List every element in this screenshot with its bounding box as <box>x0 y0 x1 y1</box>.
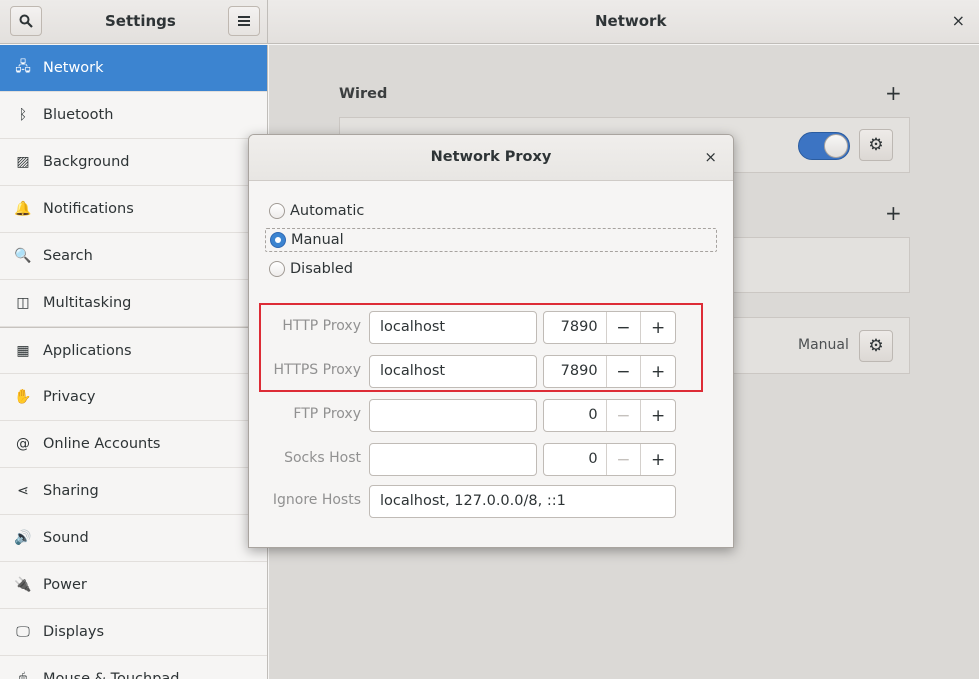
sidebar-item-label: Sharing <box>43 483 99 499</box>
proxy-settings-button[interactable]: ⚙ <box>859 330 893 362</box>
network-icon: 🖧 <box>15 59 31 75</box>
multitasking-icon: ◫ <box>16 295 30 311</box>
power-icon: 🔌 <box>14 577 32 593</box>
radio-button[interactable] <box>270 232 286 248</box>
search-button[interactable] <box>10 6 42 36</box>
sidebar-item-label: Search <box>43 248 93 264</box>
radio-manual[interactable]: Manual <box>265 228 717 252</box>
sidebar-item-label: Multitasking <box>43 295 132 311</box>
sidebar-item-multitasking[interactable]: ◫ Multitasking <box>0 280 267 327</box>
socks-host-host-field[interactable] <box>369 443 537 476</box>
sidebar-item-label: Notifications <box>43 201 134 217</box>
port-value[interactable]: 0 <box>544 400 606 431</box>
display-icon: 🖵 <box>16 624 30 640</box>
radio-automatic[interactable]: Automatic <box>265 199 717 223</box>
dialog-close-button[interactable]: × <box>704 148 717 166</box>
sidebar-item-label: Bluetooth <box>43 107 114 123</box>
wired-toggle-switch[interactable] <box>798 132 850 160</box>
sidebar-title: Settings <box>105 12 176 30</box>
panel-title: Network <box>595 12 667 30</box>
sidebar-item-mouse-touchpad[interactable]: 🖱 Mouse & Touchpad <box>0 656 267 679</box>
sidebar-item-label: Sound <box>43 530 89 546</box>
sidebar-item-label: Network <box>43 60 104 76</box>
sidebar-item-online-accounts[interactable]: @ Online Accounts <box>0 421 267 468</box>
window-close-button[interactable]: × <box>952 11 965 30</box>
sidebar-item-label: Applications <box>43 342 132 359</box>
sidebar-item-label: Power <box>43 577 87 593</box>
wired-section-title: Wired <box>339 86 388 102</box>
sidebar-item-bluetooth[interactable]: ᛒ Bluetooth <box>0 92 267 139</box>
wired-settings-button[interactable]: ⚙ <box>859 129 893 161</box>
header-bar: Settings Network × <box>0 0 979 44</box>
radio-label: Disabled <box>290 261 353 277</box>
socks-host-label: Socks Host <box>284 450 361 466</box>
increment-button[interactable]: + <box>640 400 675 431</box>
add-vpn-button[interactable]: + <box>885 201 902 225</box>
add-wired-button[interactable]: + <box>885 81 902 105</box>
sidebar-item-privacy[interactable]: ✋Privacy› <box>0 374 267 421</box>
background-icon: ▨ <box>16 154 30 170</box>
menu-button[interactable] <box>228 6 260 36</box>
hamburger-icon <box>238 16 250 26</box>
socks-host-port-spinner[interactable]: 0− + <box>543 443 676 476</box>
sidebar-item-sharing[interactable]: ⋖ Sharing <box>0 468 267 515</box>
switch-knob <box>824 134 848 158</box>
sidebar-item-label: Online Accounts <box>43 436 161 452</box>
radio-button[interactable] <box>269 203 285 219</box>
sidebar-header: Settings <box>0 0 268 44</box>
sidebar-item-notifications[interactable]: 🔔 Notifications <box>0 186 267 233</box>
ignore-hosts-label: Ignore Hosts <box>272 492 361 508</box>
search-icon <box>19 14 33 28</box>
sidebar-item-sound[interactable]: 🔊 Sound <box>0 515 267 562</box>
proxy-mode-label: Manual <box>798 337 849 353</box>
sidebar-item-network[interactable]: 🖧 Network <box>0 45 267 92</box>
ftp-proxy-label: FTP Proxy <box>293 406 361 422</box>
increment-button[interactable]: + <box>640 444 675 475</box>
radio-disabled[interactable]: Disabled <box>265 257 717 281</box>
port-value[interactable]: 0 <box>544 444 606 475</box>
at-icon: @ <box>16 436 30 452</box>
sidebar-item-applications[interactable]: ▦Applications› <box>0 327 267 374</box>
share-icon: ⋖ <box>17 483 29 499</box>
decrement-button[interactable]: − <box>605 444 641 475</box>
sidebar-item-label: Displays <box>43 624 105 640</box>
speaker-icon: 🔊 <box>14 530 32 546</box>
dialog-header: Network Proxy × <box>249 135 733 181</box>
sidebar-item-background[interactable]: ▨ Background <box>0 139 267 186</box>
search-icon: 🔍 <box>14 248 32 264</box>
mouse-icon: 🖱 <box>18 671 28 679</box>
ignore-hosts-field[interactable]: localhost, 127.0.0.0/8, ::1 <box>369 485 676 518</box>
ftp-proxy-host-field[interactable] <box>369 399 537 432</box>
bell-icon: 🔔 <box>14 201 32 217</box>
ftp-proxy-port-spinner[interactable]: 0− + <box>543 399 676 432</box>
hand-icon: ✋ <box>14 389 32 405</box>
gear-icon: ⚙ <box>868 336 884 356</box>
sidebar-item-power[interactable]: 🔌 Power <box>0 562 267 609</box>
sidebar-item-displays[interactable]: 🖵 Displays <box>0 609 267 656</box>
sidebar-item-label: Privacy <box>43 389 96 405</box>
annotation-highlight-box <box>259 303 703 392</box>
radio-label: Automatic <box>290 203 365 219</box>
sidebar-item-label: Background <box>43 154 130 170</box>
sidebar-item-search[interactable]: 🔍 Search <box>0 233 267 280</box>
bluetooth-icon: ᛒ <box>18 107 28 123</box>
radio-label: Manual <box>291 232 344 248</box>
gear-icon: ⚙ <box>868 135 884 155</box>
sidebar-item-label: Mouse & Touchpad <box>43 671 180 679</box>
radio-button[interactable] <box>269 261 285 277</box>
apps-icon: ▦ <box>16 342 30 359</box>
sidebar: 🖧 Network ᛒ Bluetooth ▨ Background 🔔 Notificati… <box>0 45 268 679</box>
decrement-button[interactable]: − <box>605 400 641 431</box>
dialog-title: Network Proxy <box>430 149 552 165</box>
